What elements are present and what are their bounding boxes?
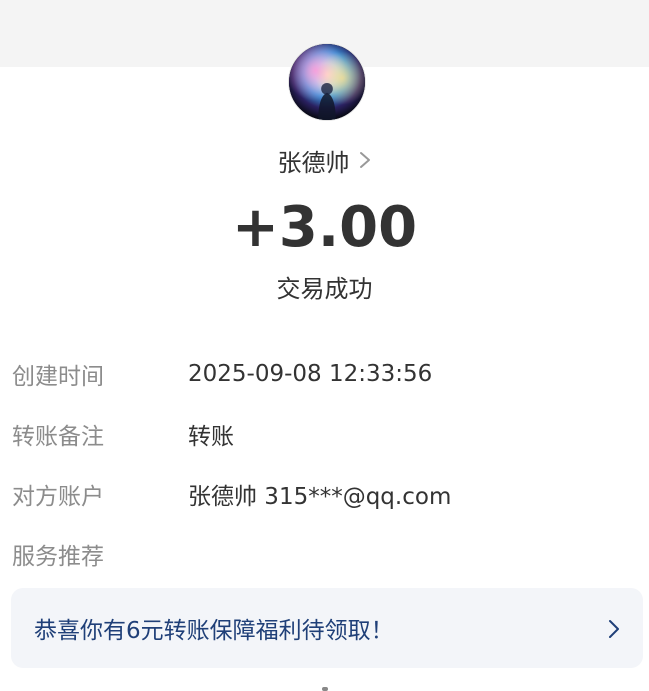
chevron-right-icon — [358, 150, 372, 170]
chevron-right-icon — [607, 618, 621, 640]
detail-row-service-recommend: 服务推荐 — [0, 534, 649, 574]
detail-row-remark: 转账备注 转账 — [0, 414, 649, 454]
detail-label: 对方账户 — [12, 484, 104, 510]
transaction-detail-page: 张德帅 +3.00 交易成功 创建时间 2025-09-08 12:33:56 … — [0, 0, 649, 691]
detail-value: 张德帅 315***@qq.com — [188, 484, 452, 510]
detail-label: 服务推荐 — [12, 544, 104, 570]
avatar-image — [289, 44, 365, 120]
transaction-status: 交易成功 — [276, 275, 373, 303]
detail-value: 转账 — [188, 424, 234, 450]
promo-text: 恭喜你有6元转账保障福利待领取！ — [34, 618, 394, 644]
scroll-indicator — [322, 687, 328, 691]
payer-row[interactable]: 张德帅 — [0, 140, 649, 180]
payer-name: 张德帅 — [277, 148, 350, 177]
detail-label: 创建时间 — [12, 364, 104, 390]
transaction-amount: +3.00 — [231, 195, 418, 260]
detail-label: 转账备注 — [12, 424, 104, 450]
promo-card[interactable]: 恭喜你有6元转账保障福利待领取！ — [11, 588, 643, 668]
detail-row-created-time: 创建时间 2025-09-08 12:33:56 — [0, 354, 649, 394]
avatar[interactable] — [288, 43, 366, 121]
detail-value: 2025-09-08 12:33:56 — [188, 361, 433, 387]
detail-row-counterparty: 对方账户 张德帅 315***@qq.com — [0, 474, 649, 514]
